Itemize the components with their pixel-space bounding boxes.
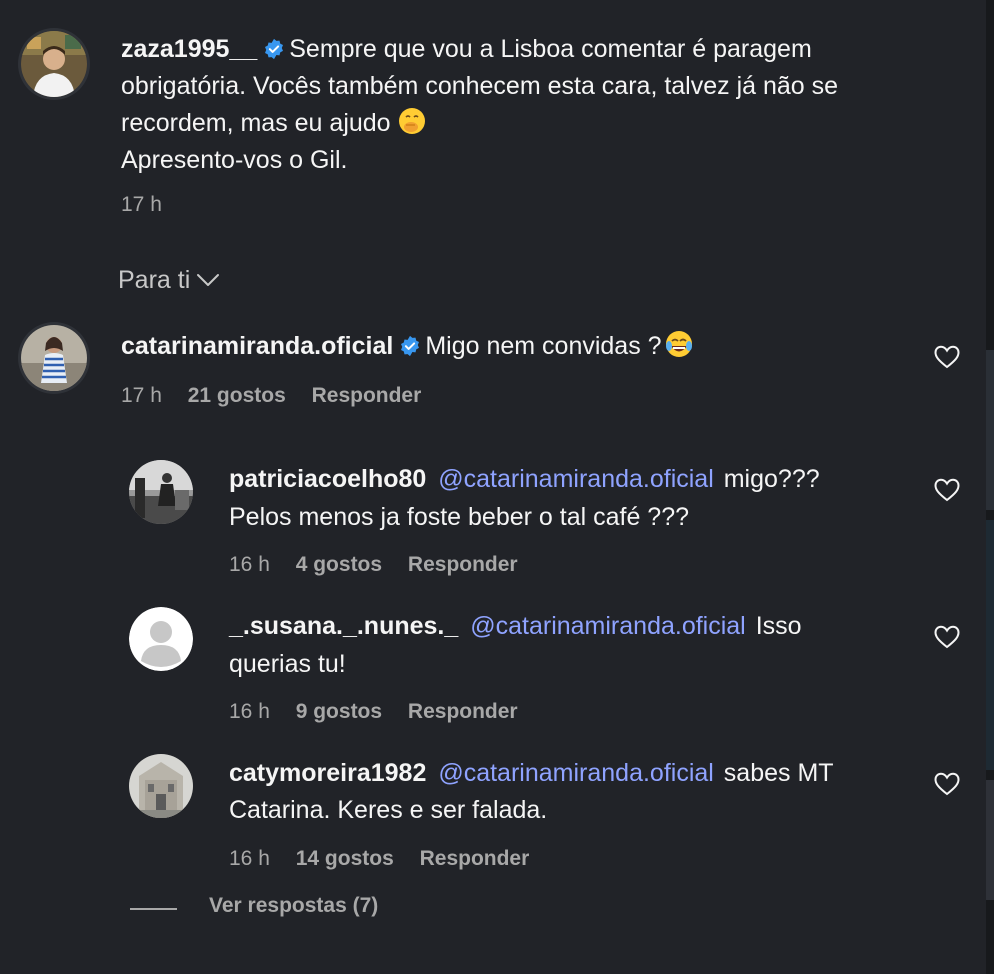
post-caption-line-1: zaza1995__ Sempre que vou a Lisboa coment… xyxy=(121,31,812,71)
reply-line-1: _.susana._.nunes._ @catarinamiranda.ofic… xyxy=(229,608,802,645)
post-caption-text-1: Sempre que vou a Lisboa comentar é parag… xyxy=(289,35,812,63)
face-with-hand-over-mouth-emoji xyxy=(397,106,427,147)
chevron-down-icon xyxy=(197,274,220,286)
reply-line-2: Pelos menos ja foste beber o tal café ??… xyxy=(229,503,690,531)
comment-meta: 17 h 21 gostos Responder xyxy=(121,384,421,408)
like-comment-heart-icon[interactable] xyxy=(934,345,960,374)
reply-likes[interactable]: 9 gostos xyxy=(296,700,382,723)
comment-username[interactable]: catarinamiranda.oficial xyxy=(121,332,393,360)
reply-reply-button[interactable]: Responder xyxy=(408,553,518,576)
reply-username[interactable]: catymoreira1982 xyxy=(229,759,426,787)
like-reply-heart-icon[interactable] xyxy=(934,772,960,801)
reply-reply-button[interactable]: Responder xyxy=(408,700,518,723)
like-reply-heart-icon[interactable] xyxy=(934,478,960,507)
reply-line-1: patriciacoelho80 @catarinamiranda.oficia… xyxy=(229,461,820,498)
verified-badge-icon xyxy=(399,331,421,368)
post-username[interactable]: zaza1995__ xyxy=(121,35,257,63)
verified-badge-icon xyxy=(263,34,285,71)
tears-of-joy-emoji xyxy=(664,329,694,370)
reply-likes[interactable]: 14 gostos xyxy=(296,847,394,870)
reply-text-1: Isso xyxy=(755,612,802,640)
comment-reply-button[interactable]: Responder xyxy=(312,384,422,407)
reply-username[interactable]: patriciacoelho80 xyxy=(229,465,426,493)
reply-likes[interactable]: 4 gostos xyxy=(296,553,382,576)
comments-panel: zaza1995__ Sempre que vou a Lisboa coment… xyxy=(0,0,986,974)
reply-meta: 16 h 9 gostos Responder xyxy=(229,700,518,724)
reply-avatar-default[interactable] xyxy=(129,607,193,671)
post-caption-line-3: recordem, mas eu ajudo xyxy=(121,105,427,147)
view-replies-divider xyxy=(130,908,177,910)
like-reply-heart-icon[interactable] xyxy=(934,625,960,654)
reply-meta: 16 h 4 gostos Responder xyxy=(229,553,518,577)
post-timestamp: 17 h xyxy=(121,193,162,216)
reply-time: 16 h xyxy=(229,847,270,870)
comment-text: Migo nem convidas ? xyxy=(425,332,662,360)
reply-username[interactable]: _.susana._.nunes._ xyxy=(229,612,458,640)
reply-mention-link[interactable]: @catarinamiranda.oficial xyxy=(438,759,714,787)
reply-line-1: catymoreira1982 @catarinamiranda.oficial… xyxy=(229,755,834,792)
reply-mention-link[interactable]: @catarinamiranda.oficial xyxy=(470,612,746,640)
comment-time: 17 h xyxy=(121,384,162,407)
reply-line-2: Catarina. Keres e ser falada. xyxy=(229,796,548,824)
post-author-avatar[interactable] xyxy=(21,31,87,97)
reply-time: 16 h xyxy=(229,553,270,576)
background-edge xyxy=(986,0,994,974)
view-replies-button[interactable]: Ver respostas (7) xyxy=(209,894,378,918)
reply-line-2: querias tu! xyxy=(229,650,346,678)
comment-likes[interactable]: 21 gostos xyxy=(188,384,286,407)
reply-avatar[interactable] xyxy=(129,460,193,524)
post-caption-text-3: recordem, mas eu ajudo xyxy=(121,109,391,137)
reply-text-1: sabes MT xyxy=(723,759,834,787)
reply-reply-button[interactable]: Responder xyxy=(420,847,530,870)
reply-meta: 16 h 14 gostos Responder xyxy=(229,847,529,871)
reply-mention-link[interactable]: @catarinamiranda.oficial xyxy=(438,465,714,493)
reply-time: 16 h xyxy=(229,700,270,723)
reply-text-1: migo??? xyxy=(723,465,820,493)
sort-label: Para ti xyxy=(118,266,191,294)
reply-avatar[interactable] xyxy=(129,754,193,818)
comment-line: catarinamiranda.oficial Migo nem convidas… xyxy=(121,328,694,370)
post-caption-line-2: obrigatória. Vocês também conhecem esta … xyxy=(121,72,839,100)
comment-author-avatar[interactable] xyxy=(21,325,87,391)
sort-selector[interactable]: Para ti xyxy=(118,266,220,295)
post-caption-line-4: Apresento-vos o Gil. xyxy=(121,146,348,174)
